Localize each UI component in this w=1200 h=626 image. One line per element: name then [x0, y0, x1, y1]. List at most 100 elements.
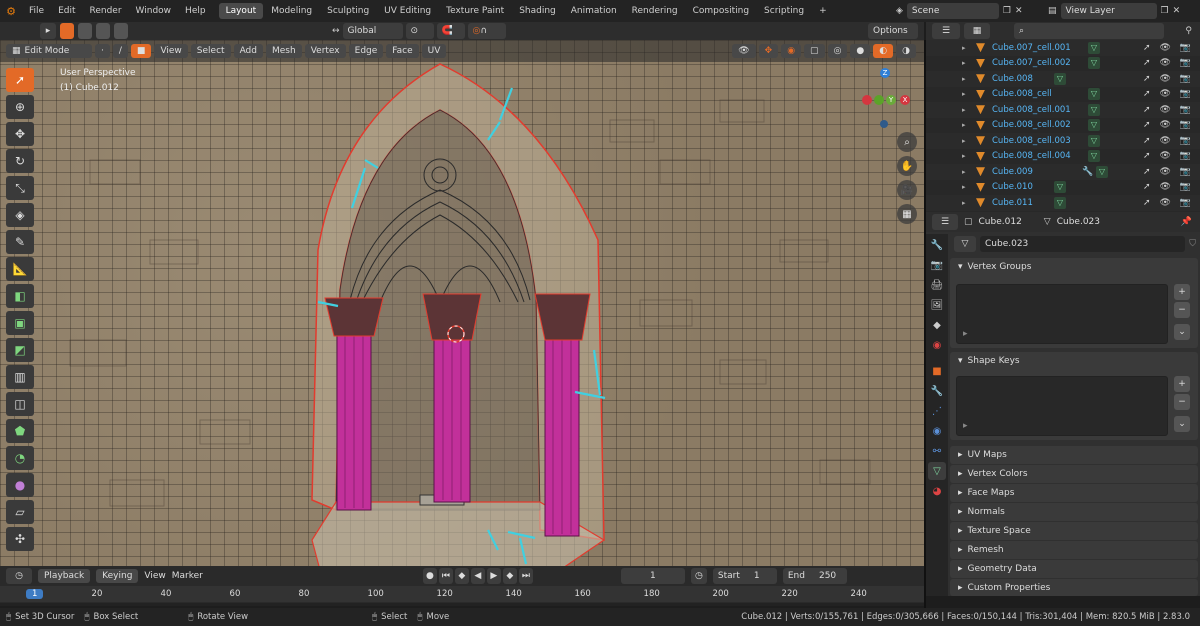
outliner-item-label[interactable]: Cube.010 — [992, 182, 1033, 192]
expand-arrow-icon[interactable]: ▸ — [962, 44, 966, 52]
eye-icon[interactable]: 👁 — [1159, 182, 1173, 192]
select-arrow-icon[interactable]: ➚ — [1143, 198, 1154, 208]
gizmo-neg-y-axis[interactable] — [874, 95, 884, 105]
eye-icon[interactable]: 👁 — [1159, 74, 1173, 84]
menu-file[interactable]: File — [22, 6, 51, 16]
render-tab-icon[interactable]: 📷 — [928, 256, 946, 274]
current-frame-field[interactable]: 1 — [620, 568, 685, 584]
filter-icon[interactable]: ⚲ — [1185, 26, 1192, 36]
expand-arrow-icon[interactable]: ▸ — [962, 90, 966, 98]
rotate-icon[interactable]: ↻ — [6, 149, 34, 173]
outliner-item-label[interactable]: Cube.008 — [992, 74, 1033, 84]
vertex-groups-header[interactable]: ▾ Vertex Groups — [950, 258, 1198, 276]
expand-arrow-icon[interactable]: ▸ — [962, 137, 966, 145]
solid-shading-icon[interactable]: ● — [850, 44, 871, 58]
select-mode-subtract-icon[interactable] — [96, 23, 110, 39]
eye-icon[interactable]: 👁 — [1159, 120, 1173, 130]
preview-range-icon[interactable]: ◷ — [690, 568, 707, 584]
area-divider[interactable] — [924, 40, 926, 608]
outliner-row[interactable]: ▸ Cube.007_cell.001 ▽ ➚ 👁 📷 — [926, 40, 1200, 56]
view-layer-tab-icon[interactable]: 🖼 — [928, 296, 946, 314]
menu-timeline-view[interactable]: View — [144, 571, 165, 581]
uv-maps-panel[interactable]: ▸ UV Maps — [950, 446, 1198, 464]
perspective-toggle-icon[interactable]: ▦ — [897, 204, 917, 224]
shape-keys-header[interactable]: ▾ Shape Keys — [950, 352, 1198, 370]
select-mode-new-icon[interactable] — [60, 23, 74, 39]
select-box-icon[interactable]: ➚ — [6, 68, 34, 92]
tab-layout[interactable]: Layout — [218, 3, 264, 19]
data-tab-icon[interactable]: ▽ — [928, 462, 946, 480]
mesh-data-icon[interactable]: ▽ — [1088, 103, 1100, 116]
blender-logo-icon[interactable]: ⚙ — [0, 5, 22, 18]
outliner-item-label[interactable]: Cube.009 — [992, 167, 1033, 177]
mesh-data-icon[interactable]: ▽ — [1088, 119, 1100, 132]
select-arrow-icon[interactable]: ➚ — [1143, 89, 1154, 99]
outliner-search-input[interactable]: ⌕ — [1014, 23, 1164, 39]
measure-icon[interactable]: 📐 — [6, 257, 34, 281]
tab-scripting[interactable]: Scripting — [757, 3, 811, 19]
loop-cut-icon[interactable]: ▥ — [6, 365, 34, 389]
jump-start-icon[interactable]: ⏮ — [438, 568, 453, 584]
menu-render[interactable]: Render — [83, 6, 129, 16]
scene-icon[interactable]: ◈ — [896, 6, 903, 16]
extrude-icon[interactable]: ◧ — [6, 284, 34, 308]
modifier-tab-icon[interactable]: 🔧 — [928, 382, 946, 400]
mode-dropdown[interactable]: ▦ Edit Mode — [6, 44, 92, 58]
pan-hand-icon[interactable]: ✋ — [897, 156, 917, 176]
constraints-tab-icon[interactable]: ⚯ — [928, 442, 946, 460]
tab-animation[interactable]: Animation — [564, 3, 624, 19]
3d-viewport[interactable]: User Perspective (1) Cube.012 Z Y X ⌕ ✋ … — [0, 40, 924, 566]
poly-build-icon[interactable]: ⬟ — [6, 419, 34, 443]
eye-icon[interactable]: 👁 — [1159, 105, 1173, 115]
scale-icon[interactable]: ⤡ — [6, 176, 34, 200]
tab-rendering[interactable]: Rendering — [625, 3, 685, 19]
gizmo-neg-z-axis[interactable] — [880, 120, 888, 128]
copy-scene-icon[interactable]: ❐ — [1003, 6, 1011, 16]
shape-keys-list[interactable]: ▸ — [956, 376, 1168, 436]
camera-icon[interactable]: 📷 — [1180, 89, 1194, 99]
mesh-data-icon[interactable]: ▽ — [1088, 134, 1100, 147]
pivot-point-dropdown[interactable]: ⊙ — [405, 23, 434, 39]
camera-icon[interactable]: 📷 — [1180, 58, 1194, 68]
mesh-name-field[interactable]: Cube.023 — [980, 236, 1186, 252]
annotate-icon[interactable]: ✎ — [6, 230, 34, 254]
clock-icon[interactable]: ◷ — [6, 568, 32, 584]
select-arrow-icon[interactable]: ➚ — [1143, 182, 1154, 192]
outliner-row[interactable]: ▸ Cube.008_cell.003 ▽ ➚ 👁 📷 — [926, 133, 1200, 149]
zoom-icon[interactable]: ⌕ — [897, 132, 917, 152]
display-mode-icon[interactable]: ▦ — [964, 23, 990, 39]
camera-icon[interactable]: 📷 — [1180, 74, 1194, 84]
camera-icon[interactable]: 📷 — [1180, 198, 1194, 208]
expand-arrow-icon[interactable]: ▸ — [962, 106, 966, 114]
move-icon[interactable]: ✥ — [6, 122, 34, 146]
navigation-gizmo[interactable]: Z Y X — [855, 60, 915, 130]
list-expand-icon[interactable]: ▸ — [963, 421, 968, 431]
menu-uv[interactable]: UV — [421, 44, 447, 58]
mesh-data-icon[interactable]: ▽ — [1088, 41, 1100, 54]
select-mode-intersect-icon[interactable] — [114, 23, 128, 39]
play-icon[interactable]: ▶ — [486, 568, 501, 584]
custom-properties-panel[interactable]: ▸ Custom Properties — [950, 579, 1198, 596]
modifier-icon[interactable]: 🔧 — [1082, 167, 1093, 177]
bevel-icon[interactable]: ◩ — [6, 338, 34, 362]
outliner-row[interactable]: ▸ Cube.008_cell.001 ▽ ➚ 👁 📷 — [926, 102, 1200, 118]
menu-edge[interactable]: Edge — [348, 44, 384, 58]
menu-face[interactable]: Face — [386, 44, 419, 58]
mesh-data-icon[interactable]: ▽ — [1054, 181, 1066, 194]
proportional-edit-dropdown[interactable]: ◎ ∩ — [467, 23, 506, 39]
wireframe-shading-icon[interactable]: ◎ — [827, 44, 848, 58]
physics-tab-icon[interactable]: ◉ — [928, 422, 946, 440]
mesh-data-icon[interactable]: ▽ — [1054, 196, 1066, 209]
camera-icon[interactable]: 📷 — [1180, 167, 1194, 177]
select-arrow-icon[interactable]: ➚ — [1143, 136, 1154, 146]
gizmo-z-axis[interactable]: Z — [880, 68, 890, 78]
mesh-data-icon[interactable]: ▽ — [1096, 165, 1108, 178]
menu-mesh[interactable]: Mesh — [266, 44, 302, 58]
material-tab-icon[interactable]: ◕ — [928, 482, 946, 500]
scene-field[interactable]: Scene — [906, 3, 999, 19]
camera-view-icon[interactable]: 🎥 — [897, 180, 917, 200]
select-mode-extend-icon[interactable] — [78, 23, 92, 39]
view-layer-field[interactable]: View Layer — [1060, 3, 1157, 19]
editor-type-icon[interactable]: ☰ — [932, 23, 960, 39]
timeline-scrollbar[interactable] — [0, 603, 924, 606]
